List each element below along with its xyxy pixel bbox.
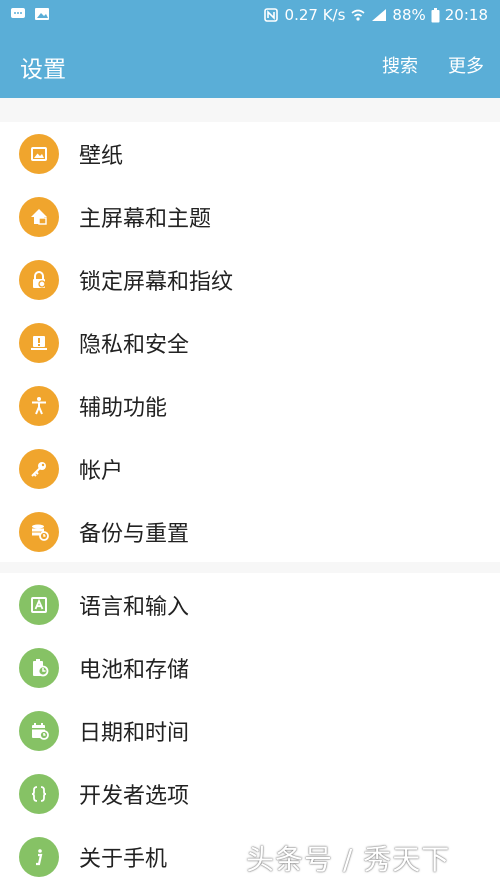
settings-item-label: 壁纸 bbox=[79, 143, 124, 169]
settings-item-label: 日期和时间 bbox=[79, 720, 190, 746]
settings-item-accounts[interactable]: 帐户 bbox=[0, 437, 500, 500]
key-icon bbox=[19, 448, 59, 489]
settings-item-battery-storage[interactable]: 电池和存储 bbox=[0, 636, 500, 699]
wifi-icon bbox=[350, 8, 366, 22]
search-button[interactable]: 搜索 bbox=[382, 52, 418, 78]
settings-item-privacy[interactable]: 隐私和安全 bbox=[0, 311, 500, 374]
braces-icon bbox=[19, 773, 59, 814]
app-bar: 设置 搜索 更多 bbox=[0, 30, 500, 98]
settings-item-developer[interactable]: 开发者选项 bbox=[0, 762, 500, 825]
more-button[interactable]: 更多 bbox=[448, 52, 484, 78]
language-icon bbox=[19, 584, 59, 625]
battery-percent: 88% bbox=[392, 6, 426, 24]
lock-fingerprint-icon bbox=[19, 259, 59, 300]
settings-item-home-theme[interactable]: 主屏幕和主题 bbox=[0, 185, 500, 248]
clock: 20:18 bbox=[444, 6, 488, 24]
settings-item-label: 开发者选项 bbox=[79, 783, 190, 809]
privacy-shield-icon bbox=[19, 322, 59, 363]
wallpaper-icon bbox=[19, 133, 59, 174]
backup-icon bbox=[19, 511, 59, 552]
nfc-icon bbox=[263, 8, 280, 22]
network-speed: 0.27 K/s bbox=[284, 6, 346, 24]
image-icon bbox=[34, 7, 50, 21]
settings-item-lockscreen[interactable]: 锁定屏幕和指纹 bbox=[0, 248, 500, 311]
accessibility-icon bbox=[19, 385, 59, 426]
settings-item-label: 关于手机 bbox=[79, 846, 168, 872]
settings-item-label: 语言和输入 bbox=[79, 594, 190, 620]
chat-icon bbox=[10, 7, 26, 21]
settings-item-label: 帐户 bbox=[79, 458, 124, 484]
settings-item-wallpaper[interactable]: 壁纸 bbox=[0, 122, 500, 185]
settings-item-label: 主屏幕和主题 bbox=[79, 206, 212, 232]
settings-item-label: 备份与重置 bbox=[79, 521, 190, 547]
settings-section-personal: 壁纸 主屏幕和主题 锁定屏幕和指纹 隐私和安全 辅助功能 帐户 备份与重置 bbox=[0, 122, 500, 562]
battery-icon bbox=[431, 8, 440, 23]
settings-item-label: 隐私和安全 bbox=[79, 332, 190, 358]
battery-storage-icon bbox=[19, 647, 59, 688]
settings-item-label: 电池和存储 bbox=[79, 657, 190, 683]
status-bar: 0.27 K/s 88% 20:18 bbox=[0, 0, 500, 30]
settings-item-backup[interactable]: 备份与重置 bbox=[0, 500, 500, 563]
settings-item-language[interactable]: 语言和输入 bbox=[0, 573, 500, 636]
calendar-clock-icon bbox=[19, 710, 59, 751]
settings-item-label: 辅助功能 bbox=[79, 395, 168, 421]
settings-item-accessibility[interactable]: 辅助功能 bbox=[0, 374, 500, 437]
signal-icon bbox=[371, 8, 387, 22]
settings-item-date-time[interactable]: 日期和时间 bbox=[0, 699, 500, 762]
home-theme-icon bbox=[19, 196, 59, 237]
watermark: 头条号 / 秀天下 bbox=[246, 843, 451, 876]
page-title: 设置 bbox=[20, 57, 66, 83]
info-icon bbox=[19, 836, 59, 877]
settings-item-label: 锁定屏幕和指纹 bbox=[79, 269, 234, 295]
